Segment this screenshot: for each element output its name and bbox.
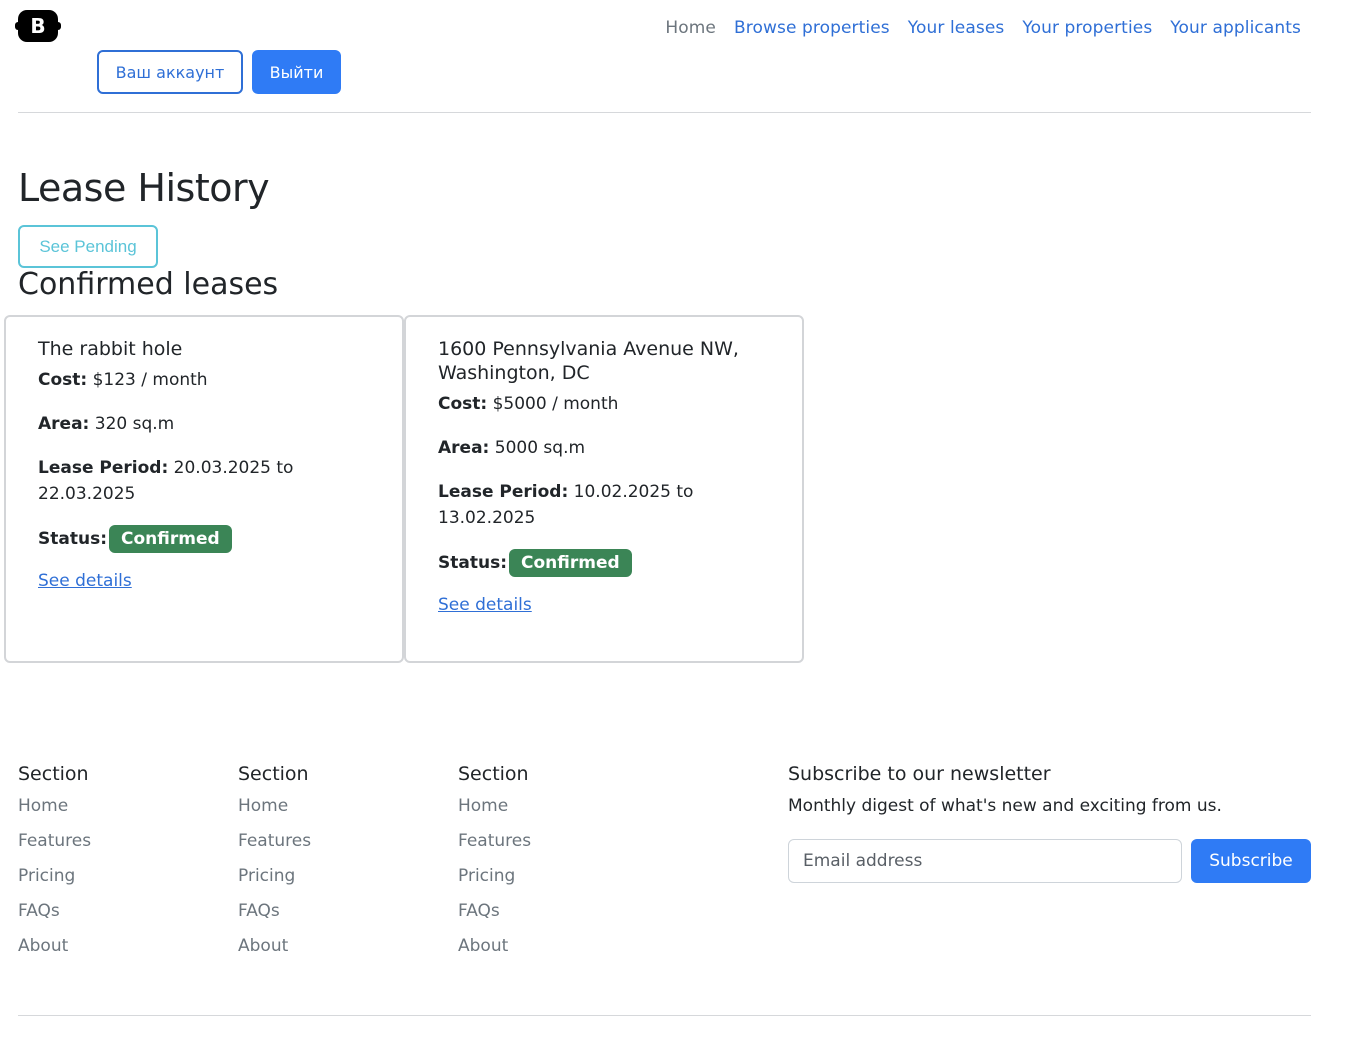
lease-status: Status: Confirmed [438, 549, 770, 577]
nav-home[interactable]: Home [656, 18, 725, 38]
status-badge: Confirmed [109, 525, 232, 553]
period-label: Lease Period: [438, 482, 569, 502]
nav-your-properties[interactable]: Your properties [1013, 18, 1161, 38]
area-value: 320 sq.m [94, 414, 175, 434]
newsletter-section: Subscribe to our newsletter Monthly dige… [788, 763, 1311, 883]
footer-link-features[interactable]: Features [238, 831, 438, 866]
footer-link-home[interactable]: Home [458, 796, 658, 831]
see-details-link[interactable]: See details [38, 571, 132, 591]
see-details-link[interactable]: See details [438, 595, 532, 615]
newsletter-heading: Subscribe to our newsletter [788, 763, 1051, 785]
brand-logo-icon[interactable]: B [15, 10, 61, 42]
lease-status: Status: Confirmed [38, 525, 370, 553]
footer-link-home[interactable]: Home [18, 796, 218, 831]
lease-area: Area: 320 sq.m [38, 411, 370, 437]
footer-divider [18, 1015, 1311, 1016]
nav-your-leases[interactable]: Your leases [899, 18, 1014, 38]
footer-link-features[interactable]: Features [18, 831, 218, 866]
nav-your-applicants[interactable]: Your applicants [1161, 18, 1310, 38]
status-badge: Confirmed [509, 549, 632, 577]
footer-link-pricing[interactable]: Pricing [458, 866, 658, 901]
cost-value: $5000 / month [492, 394, 619, 414]
footer-column: Section Home Features Pricing FAQs About [18, 763, 218, 971]
footer-column: Section Home Features Pricing FAQs About [458, 763, 658, 971]
lease-period: Lease Period: 20.03.2025 to 22.03.2025 [38, 455, 370, 507]
logout-button[interactable]: Выйти [252, 50, 341, 94]
footer-heading: Section [458, 763, 529, 785]
footer-link-pricing[interactable]: Pricing [18, 866, 218, 901]
footer-link-about[interactable]: About [238, 936, 438, 971]
cost-value: $123 / month [92, 370, 208, 390]
header-divider [18, 112, 1311, 113]
footer-link-about[interactable]: About [458, 936, 658, 971]
footer-column: Section Home Features Pricing FAQs About [238, 763, 438, 971]
footer-link-about[interactable]: About [18, 936, 218, 971]
footer-link-home[interactable]: Home [238, 796, 438, 831]
lease-title: The rabbit hole [38, 338, 183, 360]
status-label: Status: [38, 529, 107, 549]
status-label: Status: [438, 553, 507, 573]
newsletter-description: Monthly digest of what's new and excitin… [788, 796, 1222, 816]
footer-heading: Section [238, 763, 309, 785]
lease-period: Lease Period: 10.02.2025 to 13.02.2025 [438, 479, 770, 531]
footer-link-features[interactable]: Features [458, 831, 658, 866]
lease-cost: Cost: $123 / month [38, 367, 370, 393]
area-label: Area: [38, 414, 90, 434]
section-title: Confirmed leases [18, 267, 279, 302]
see-pending-button[interactable]: See Pending [18, 225, 158, 268]
page-title: Lease History [18, 166, 270, 210]
lease-card: The rabbit hole Cost: $123 / month Area:… [4, 315, 404, 663]
nav-browse-properties[interactable]: Browse properties [725, 18, 899, 38]
area-label: Area: [438, 438, 490, 458]
footer-link-faqs[interactable]: FAQs [458, 901, 658, 936]
footer-link-faqs[interactable]: FAQs [238, 901, 438, 936]
lease-card: 1600 Pennsylvania Avenue NW, Washington,… [404, 315, 804, 663]
top-nav: Home Browse properties Your leases Your … [656, 18, 1310, 38]
footer-link-faqs[interactable]: FAQs [18, 901, 218, 936]
account-button[interactable]: Ваш аккаунт [97, 50, 243, 94]
area-value: 5000 sq.m [494, 438, 586, 458]
email-input[interactable] [788, 839, 1182, 883]
lease-title: 1600 Pennsylvania Avenue NW, Washington,… [438, 338, 739, 384]
lease-area: Area: 5000 sq.m [438, 435, 770, 461]
footer-heading: Section [18, 763, 89, 785]
lease-cost: Cost: $5000 / month [438, 391, 770, 417]
period-label: Lease Period: [38, 458, 169, 478]
cost-label: Cost: [438, 394, 488, 414]
cost-label: Cost: [38, 370, 88, 390]
subscribe-button[interactable]: Subscribe [1191, 839, 1311, 883]
footer-link-pricing[interactable]: Pricing [238, 866, 438, 901]
